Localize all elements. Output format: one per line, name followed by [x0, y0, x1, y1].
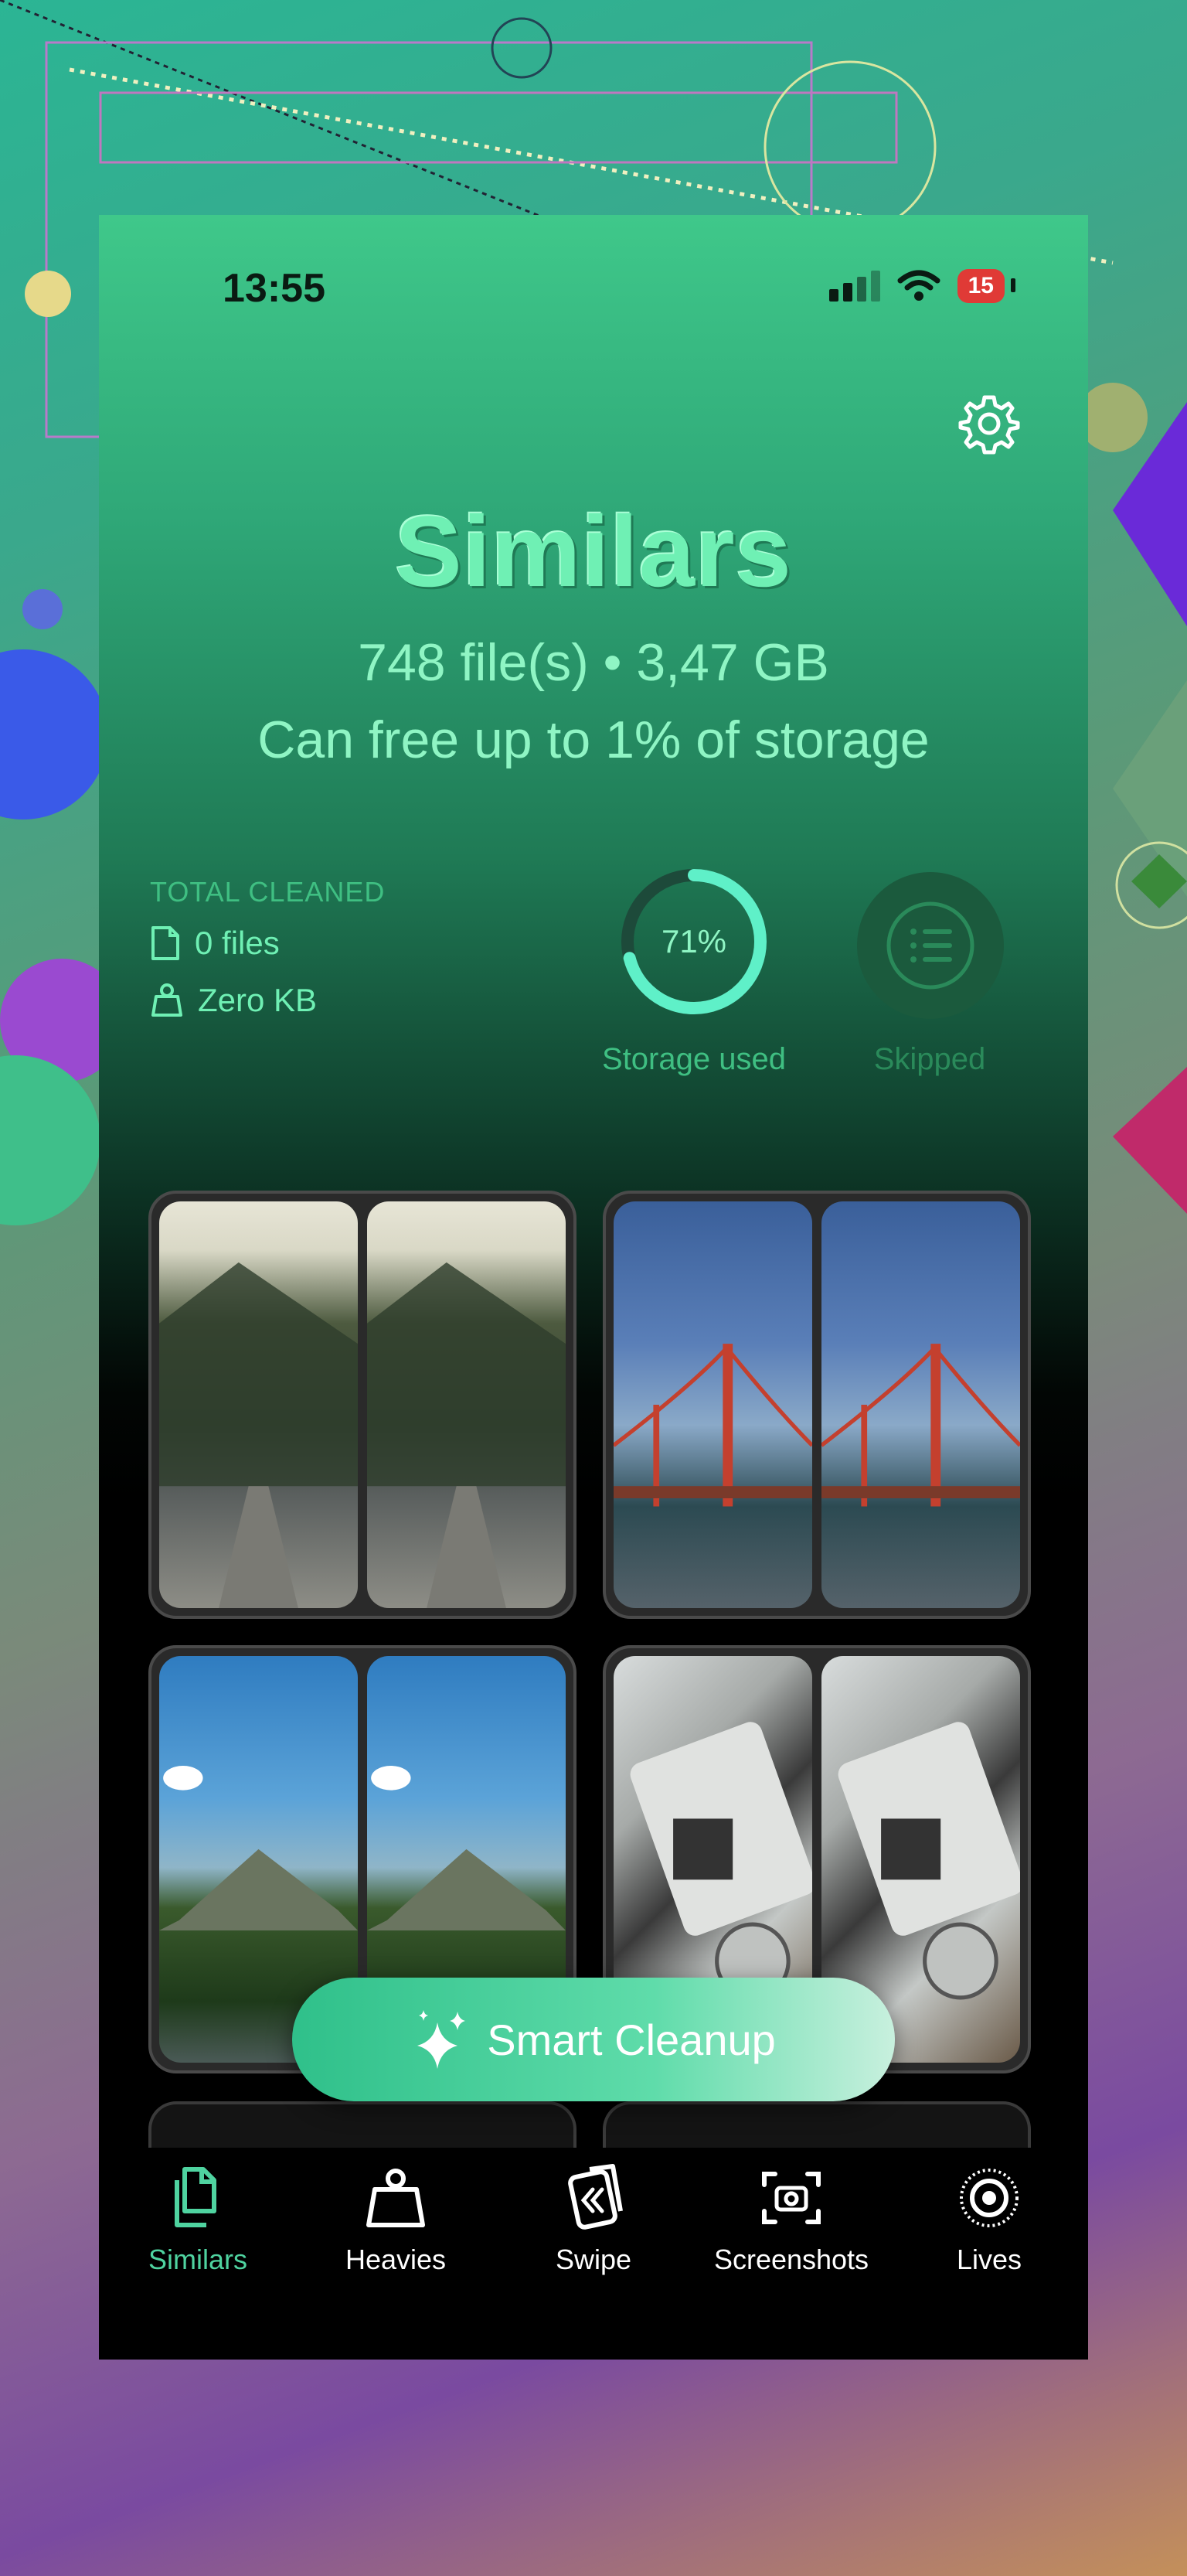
cleaned-files-value: 0 files: [195, 925, 280, 961]
tab-screenshots[interactable]: Screenshots: [692, 2163, 890, 2276]
storage-percent: 71%: [661, 923, 727, 959]
battery-indicator: 15: [957, 269, 1016, 303]
tab-label: Heavies: [345, 2244, 447, 2275]
photo-thumbnail[interactable]: [821, 1201, 1020, 1608]
live-photo-icon: [960, 2169, 1019, 2227]
similar-group-card[interactable]: [603, 1191, 1031, 1619]
cleaned-files-stat: 0 files: [150, 925, 280, 962]
tab-label: Swipe: [555, 2244, 632, 2275]
storage-used-label: Storage used: [602, 1042, 786, 1076]
page-title: Similars: [395, 495, 792, 608]
phone-screen: 13:55 15 Similars 748 file(s) • 3,47 GB …: [99, 215, 1088, 2360]
weight-icon: [366, 2169, 425, 2227]
status-time: 13:55: [223, 266, 325, 311]
settings-gear-icon[interactable]: [958, 393, 1020, 455]
total-cleaned-label: TOTAL CLEANED: [150, 876, 386, 908]
storage-note: Can free up to 1% of storage: [257, 710, 930, 769]
tab-label: Similars: [148, 2244, 247, 2275]
sparkles-icon: [417, 2010, 466, 2069]
similars-icon: [175, 2167, 216, 2227]
smart-cleanup-button[interactable]: Smart Cleanup: [292, 1978, 895, 2101]
similar-group-card[interactable]: [148, 1191, 576, 1619]
screenshot-icon: [762, 2172, 821, 2224]
tab-label: Lives: [956, 2244, 1022, 2275]
tab-swipe[interactable]: Swipe: [495, 2163, 692, 2276]
status-icons: 15: [828, 269, 1016, 303]
document-icon: [151, 926, 179, 960]
photo-thumbnail[interactable]: [614, 1201, 812, 1608]
swipe-icon: [568, 2164, 623, 2230]
tab-similars[interactable]: Similars: [99, 2163, 297, 2276]
cleaned-size-value: Zero KB: [198, 982, 318, 1018]
smart-cleanup-label: Smart Cleanup: [487, 2015, 776, 2064]
photo-thumbnail[interactable]: [367, 1201, 566, 1608]
skipped-button[interactable]: [857, 872, 1004, 1019]
list-icon: [886, 901, 974, 990]
skipped-label: Skipped: [873, 1042, 986, 1076]
files-summary: 748 file(s) • 3,47 GB: [358, 633, 829, 692]
tab-label: Screenshots: [713, 2244, 869, 2275]
wifi-icon: [897, 270, 940, 301]
bottom-tab-bar: Similars Heavies Swipe Screenshots Lives: [99, 2148, 1088, 2360]
tab-heavies[interactable]: Heavies: [297, 2163, 495, 2276]
photo-thumbnail[interactable]: [159, 1201, 358, 1608]
cleaned-size-stat: Zero KB: [150, 982, 317, 1019]
weight-icon: [151, 983, 182, 1017]
cellular-signal-icon: [828, 271, 880, 302]
tab-lives[interactable]: Lives: [890, 2163, 1088, 2276]
